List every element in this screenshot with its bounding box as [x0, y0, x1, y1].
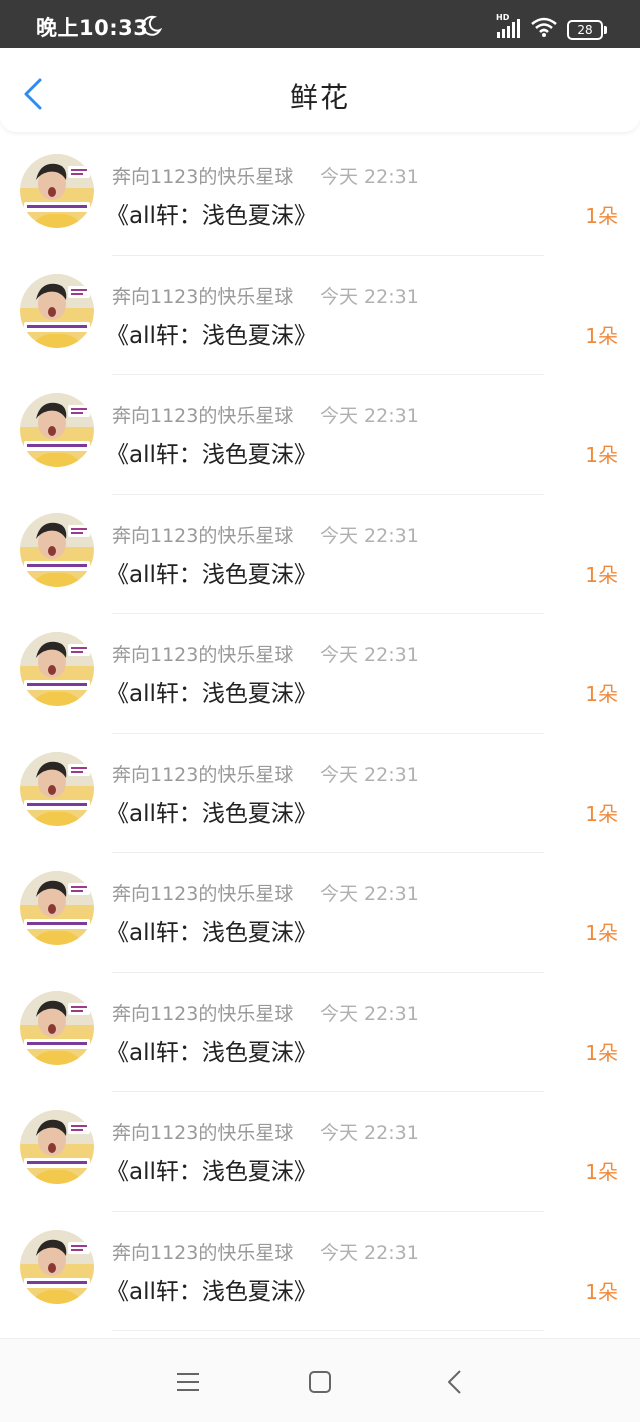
flower-count: 1朵 [585, 323, 618, 348]
item-user[interactable]: 奔向1123的快乐星球 [112, 760, 293, 787]
item-user[interactable]: 奔向1123的快乐星球 [112, 521, 293, 548]
item-time: 今天 22:31 [320, 644, 419, 666]
item-user[interactable]: 奔向1123的快乐星球 [112, 999, 293, 1026]
item-user[interactable]: 奔向1123的快乐星球 [112, 282, 293, 309]
item-user[interactable]: 奔向1123的快乐星球 [112, 1118, 293, 1145]
item-title[interactable]: 《all轩：浅色夏沫》 [106, 1033, 317, 1067]
item-time: 今天 22:31 [320, 883, 419, 905]
flower-count: 1朵 [585, 801, 618, 826]
flower-count: 1朵 [585, 682, 618, 706]
list-item[interactable]: 奔向1123的快乐星球 今天 22:31 《all轩：浅色夏沫》 1朵 [0, 733, 640, 853]
item-title[interactable]: 《all轩：浅色夏沫》 [106, 1152, 317, 1186]
item-time: 今天 22:31 [320, 405, 419, 427]
flower-count: 1朵 [585, 1279, 618, 1304]
flower-count: 1朵 [585, 443, 618, 467]
item-title[interactable]: 《all轩：浅色夏沫》 [106, 913, 317, 947]
list-item[interactable]: 奔向1123的快乐星球 今天 22:31 《all轩：浅色夏沫》 1朵 [0, 1092, 640, 1212]
list-item[interactable]: 奔向1123的快乐星球 今天 22:31 《all轩：浅色夏沫》 1朵 [0, 255, 640, 375]
page-title: 鲜花 [289, 81, 350, 114]
list-item[interactable]: 奔向1123的快乐星球 今天 22:31 《all轩：浅色夏沫》 1朵 [0, 1211, 640, 1331]
flower-count: 1朵 [585, 1040, 618, 1065]
wifi-icon [531, 17, 557, 37]
list-item[interactable]: 奔向1123的快乐星球 今天 22:31 《all轩：浅色夏沫》 1朵 [0, 375, 640, 495]
avatar[interactable] [20, 632, 94, 706]
item-title[interactable]: 《all轩：浅色夏沫》 [106, 196, 317, 230]
list-item[interactable]: 奔向1123的快乐星球 今天 22:31 《all轩：浅色夏沫》 1朵 [0, 136, 640, 256]
list-item[interactable]: 奔向1123的快乐星球 今天 22:31 《all轩：浅色夏沫》 1朵 [0, 494, 640, 614]
list-item[interactable]: 奔向1123的快乐星球 今天 22:31 《all轩：浅色夏沫》 1朵 [0, 972, 640, 1092]
item-title[interactable]: 《all轩：浅色夏沫》 [106, 674, 317, 708]
battery-level: 28 [577, 23, 593, 37]
item-time: 今天 22:31 [320, 166, 419, 188]
item-title[interactable]: 《all轩：浅色夏沫》 [106, 794, 317, 828]
item-title[interactable]: 《all轩：浅色夏沫》 [106, 1272, 317, 1306]
status-bar: 晚上10:33 HD 28 [0, 0, 640, 48]
list-item[interactable]: 奔向1123的快乐星球 今天 22:31 《all轩：浅色夏沫》 1朵 [0, 853, 640, 973]
item-title[interactable]: 《all轩：浅色夏沫》 [106, 555, 317, 589]
home-square-icon[interactable] [305, 1367, 335, 1397]
system-nav-bar [0, 1338, 640, 1422]
item-time: 今天 22:31 [320, 285, 419, 308]
list-item[interactable]: 奔向1123的快乐星球 今天 22:31 《all轩：浅色夏沫》 1朵 [0, 614, 640, 734]
item-user[interactable]: 奔向1123的快乐星球 [112, 640, 293, 667]
avatar[interactable] [20, 273, 94, 348]
avatar[interactable] [20, 751, 94, 826]
item-title[interactable]: 《all轩：浅色夏沫》 [106, 316, 317, 350]
flower-list: 奔向1123的快乐星球 今天 22:31 《all轩：浅色夏沫》 1朵 奔向11… [0, 136, 640, 1331]
item-time: 今天 22:31 [320, 1002, 419, 1025]
item-user[interactable]: 奔向1123的快乐星球 [112, 879, 293, 906]
item-user[interactable]: 奔向1123的快乐星球 [112, 1238, 293, 1265]
signal-icon [497, 19, 520, 38]
flower-count: 1朵 [585, 562, 618, 587]
item-time: 今天 22:31 [320, 1122, 419, 1144]
avatar[interactable] [20, 1110, 94, 1184]
item-title[interactable]: 《all轩：浅色夏沫》 [106, 435, 317, 469]
avatar[interactable] [20, 512, 94, 587]
item-user[interactable]: 奔向1123的快乐星球 [112, 401, 293, 428]
moon-icon [142, 15, 162, 36]
menu-icon[interactable] [173, 1367, 203, 1397]
avatar[interactable] [20, 1229, 94, 1304]
avatar[interactable] [20, 871, 94, 945]
avatar[interactable] [20, 154, 94, 228]
flower-count: 1朵 [585, 1160, 618, 1184]
avatar[interactable] [20, 990, 94, 1065]
item-time: 今天 22:31 [320, 763, 419, 786]
status-time: 晚上10:33 [36, 16, 149, 40]
flower-count: 1朵 [585, 204, 618, 228]
battery-icon: 28 [567, 20, 607, 40]
flower-count: 1朵 [585, 921, 618, 945]
avatar[interactable] [20, 393, 94, 467]
item-time: 今天 22:31 [320, 524, 419, 547]
item-user[interactable]: 奔向1123的快乐星球 [112, 162, 293, 189]
app-header: 鲜花 [0, 48, 640, 132]
item-time: 今天 22:31 [320, 1241, 419, 1264]
back-triangle-icon[interactable] [440, 1367, 470, 1397]
